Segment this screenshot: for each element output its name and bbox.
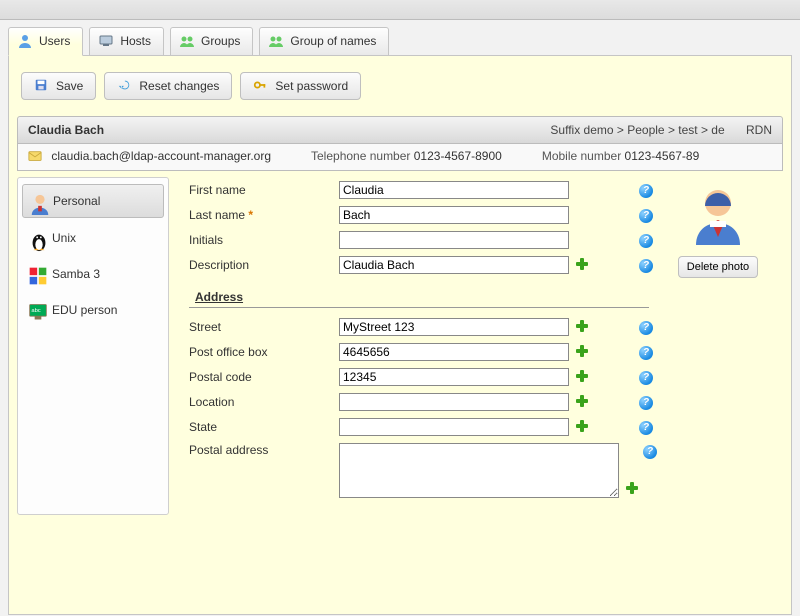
- state-label: State: [189, 420, 339, 434]
- initials-label: Initials: [189, 233, 339, 247]
- group-of-names-icon: [268, 33, 284, 49]
- host-icon: [98, 33, 114, 49]
- user-icon: [17, 33, 33, 49]
- chalkboard-icon: abc: [28, 302, 44, 318]
- person-avatar-icon: [29, 193, 45, 209]
- side-tab-unix[interactable]: Unix: [22, 222, 164, 254]
- undo-icon: [117, 78, 133, 94]
- postal-address-input[interactable]: [339, 443, 619, 498]
- tab-users-label: Users: [39, 34, 70, 48]
- svg-text:abc: abc: [31, 308, 40, 314]
- tab-groups[interactable]: Groups: [170, 27, 253, 56]
- first-name-input[interactable]: [339, 181, 569, 199]
- user-photo: [688, 234, 748, 248]
- groups-icon: [179, 33, 195, 49]
- tab-hosts[interactable]: Hosts: [89, 27, 164, 56]
- record-tel-value: 0123-4567-8900: [414, 149, 502, 163]
- side-tab-samba-label: Samba 3: [52, 267, 100, 281]
- record-header: Claudia Bach Suffix demo > People > test…: [17, 116, 783, 144]
- tab-groups-label: Groups: [201, 34, 240, 48]
- first-name-label: First name: [189, 183, 339, 197]
- initials-input[interactable]: [339, 231, 569, 249]
- record-rdn-label: RDN: [746, 123, 772, 137]
- mail-icon: [28, 149, 44, 165]
- tab-group-of-names-label: Group of names: [290, 34, 376, 48]
- personal-form: First name ? Last name * ? Initials ? De…: [169, 177, 783, 515]
- delete-photo-button[interactable]: Delete photo: [678, 256, 758, 278]
- pobox-input[interactable]: [339, 343, 569, 361]
- side-tab-unix-label: Unix: [52, 231, 76, 245]
- record-tel-label: Telephone number: [311, 149, 410, 163]
- window-chrome-bar: [0, 0, 800, 20]
- description-input[interactable]: [339, 256, 569, 274]
- key-icon: [253, 78, 269, 94]
- help-icon[interactable]: ?: [639, 394, 653, 410]
- required-star: *: [248, 208, 253, 222]
- help-icon[interactable]: ?: [643, 443, 657, 459]
- last-name-label: Last name: [189, 208, 245, 222]
- side-tab-personal-label: Personal: [53, 194, 100, 208]
- location-input[interactable]: [339, 393, 569, 411]
- help-icon[interactable]: ?: [639, 232, 653, 248]
- side-tab-edu-label: EDU person: [52, 303, 117, 317]
- windows-icon: [28, 266, 44, 282]
- tab-hosts-label: Hosts: [120, 34, 151, 48]
- tab-content-users: Save Reset changes Set password Claudia …: [8, 55, 792, 615]
- help-icon[interactable]: ?: [639, 419, 653, 435]
- record-mob-label: Mobile number: [542, 149, 621, 163]
- last-name-input[interactable]: [339, 206, 569, 224]
- reset-button[interactable]: Reset changes: [104, 72, 232, 100]
- pobox-label: Post office box: [189, 345, 339, 359]
- side-tab-edu[interactable]: abc EDU person: [22, 294, 164, 326]
- record-subheader: claudia.bach@ldap-account-manager.org Te…: [17, 144, 783, 171]
- help-icon[interactable]: ?: [639, 319, 653, 335]
- tab-users[interactable]: Users: [8, 27, 83, 56]
- side-tab-list: Personal Unix Samba 3 abc EDU person: [17, 177, 169, 515]
- side-tab-samba[interactable]: Samba 3: [22, 258, 164, 290]
- add-icon[interactable]: [575, 419, 589, 436]
- save-button-label: Save: [56, 79, 83, 93]
- set-password-button[interactable]: Set password: [240, 72, 361, 100]
- record-suffix: Suffix demo > People > test > de: [550, 123, 724, 137]
- save-icon: [34, 78, 50, 94]
- help-icon[interactable]: ?: [639, 182, 653, 198]
- add-icon[interactable]: [575, 344, 589, 361]
- postal-code-input[interactable]: [339, 368, 569, 386]
- delete-photo-label: Delete photo: [687, 261, 749, 273]
- add-icon[interactable]: [575, 394, 589, 411]
- state-input[interactable]: [339, 418, 569, 436]
- postal-code-label: Postal code: [189, 370, 339, 384]
- side-tab-personal[interactable]: Personal: [22, 184, 164, 218]
- street-input[interactable]: [339, 318, 569, 336]
- add-icon[interactable]: [575, 257, 589, 274]
- add-icon[interactable]: [575, 319, 589, 336]
- description-label: Description: [189, 258, 339, 272]
- add-icon[interactable]: [625, 481, 639, 498]
- add-icon[interactable]: [575, 369, 589, 386]
- address-heading: Address: [189, 290, 649, 308]
- tab-group-of-names[interactable]: Group of names: [259, 27, 389, 56]
- record-email: claudia.bach@ldap-account-manager.org: [51, 149, 271, 163]
- help-icon[interactable]: ?: [639, 344, 653, 360]
- street-label: Street: [189, 320, 339, 334]
- main-tab-bar: Users Hosts Groups Group of names: [0, 20, 800, 56]
- reset-button-label: Reset changes: [139, 79, 219, 93]
- record-title: Claudia Bach: [28, 123, 104, 137]
- set-password-label: Set password: [275, 79, 348, 93]
- location-label: Location: [189, 395, 339, 409]
- postal-address-label: Postal address: [189, 443, 339, 457]
- record-mob-value: 0123-4567-89: [625, 149, 700, 163]
- help-icon[interactable]: ?: [639, 369, 653, 385]
- help-icon[interactable]: ?: [639, 257, 653, 273]
- help-icon[interactable]: ?: [639, 207, 653, 223]
- save-button[interactable]: Save: [21, 72, 96, 100]
- tux-icon: [28, 230, 44, 246]
- action-toolbar: Save Reset changes Set password: [17, 64, 783, 116]
- photo-pane: Delete photo: [663, 181, 773, 505]
